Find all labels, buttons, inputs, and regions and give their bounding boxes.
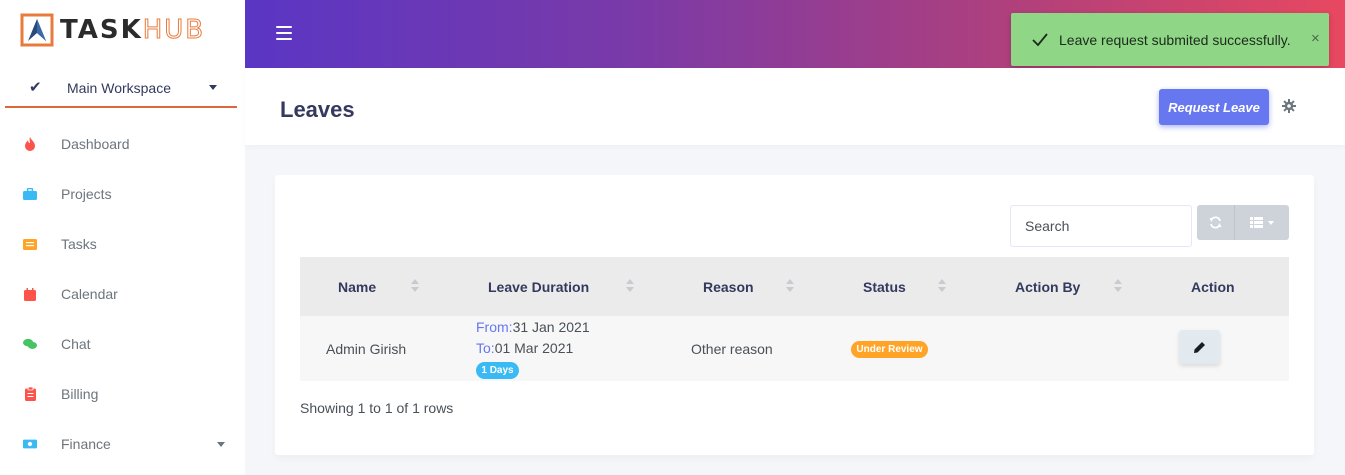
brand-name-task: TASK	[60, 15, 143, 45]
cell-name: Admin Girish	[326, 341, 407, 357]
leaves-table: Name Leave Duration Reason Status Action…	[300, 257, 1289, 381]
caret-down-icon	[209, 85, 217, 90]
gear-icon[interactable]	[1282, 99, 1296, 113]
sidebar-item-billing[interactable]: Billing	[0, 369, 245, 419]
check-icon	[1032, 33, 1048, 47]
sidebar-menu: Dashboard Projects Tasks Calendar Chat B…	[0, 119, 245, 469]
section-header: Leaves Request Leave	[245, 68, 1345, 145]
edit-button[interactable]	[1179, 330, 1220, 364]
sidebar-item-label: Chat	[61, 336, 91, 352]
column-header-name[interactable]: Name	[338, 279, 376, 295]
pencil-icon	[1194, 341, 1205, 353]
refresh-icon	[1209, 216, 1222, 229]
success-toast: Leave request submited successfully. ×	[1011, 13, 1329, 66]
check-icon: ✔	[29, 79, 42, 96]
table-toolbar	[1197, 205, 1289, 240]
sidebar-item-label: Finance	[61, 436, 111, 452]
brand-name: TASKHUB	[60, 15, 206, 46]
fire-icon	[23, 137, 37, 151]
sidebar-item-label: Calendar	[61, 286, 118, 302]
request-leave-button[interactable]: Request Leave	[1159, 89, 1269, 125]
toast-message: Leave request submited successfully.	[1059, 32, 1291, 48]
logo-icon	[20, 13, 54, 47]
days-badge: 1 Days	[476, 362, 519, 379]
cell-leave-to: To:01 Mar 2021	[476, 340, 573, 356]
list-icon	[23, 237, 37, 251]
sidebar-item-finance[interactable]: Finance	[0, 419, 245, 469]
briefcase-icon	[23, 187, 37, 201]
from-date: 31 Jan 2021	[512, 319, 590, 335]
close-icon[interactable]: ×	[1311, 31, 1320, 46]
calendar-icon	[23, 287, 37, 301]
columns-toggle-button[interactable]	[1235, 205, 1289, 240]
workspace-label: Main Workspace	[67, 80, 172, 96]
sidebar-item-label: Billing	[61, 386, 99, 402]
table-header: Name Leave Duration Reason Status Action…	[300, 257, 1289, 316]
sort-icon[interactable]	[626, 279, 634, 293]
column-header-status[interactable]: Status	[863, 279, 906, 295]
caret-down-icon	[217, 442, 225, 447]
hamburger-menu-icon[interactable]	[276, 26, 292, 40]
sidebar-item-projects[interactable]: Projects	[0, 169, 245, 219]
table-row: Admin Girish From:31 Jan 2021 To:01 Mar …	[300, 316, 1289, 381]
status-badge: Under Review	[851, 341, 928, 358]
sidebar-item-label: Tasks	[61, 236, 97, 252]
columns-icon	[1250, 217, 1263, 228]
cell-leave-from: From:31 Jan 2021	[476, 319, 590, 335]
money-icon	[23, 437, 37, 451]
column-header-action: Action	[1191, 279, 1235, 295]
page-title: Leaves	[280, 97, 355, 122]
sidebar-item-dashboard[interactable]: Dashboard	[0, 119, 245, 169]
pagination-info: Showing 1 to 1 of 1 rows	[300, 400, 454, 416]
brand-name-hub: HUB	[142, 15, 206, 46]
sort-icon[interactable]	[411, 279, 419, 293]
sort-icon[interactable]	[1114, 279, 1122, 293]
chat-icon	[23, 337, 37, 351]
sidebar-item-label: Dashboard	[61, 136, 130, 152]
sidebar-item-tasks[interactable]: Tasks	[0, 219, 245, 269]
caret-down-icon	[1268, 220, 1274, 225]
search-input[interactable]	[1010, 205, 1192, 247]
sidebar-item-label: Projects	[61, 186, 112, 202]
sidebar-item-calendar[interactable]: Calendar	[0, 269, 245, 319]
to-label: To:	[476, 340, 495, 356]
to-date: 01 Mar 2021	[494, 340, 574, 356]
clipboard-icon	[23, 387, 37, 401]
column-header-leave-duration[interactable]: Leave Duration	[488, 279, 589, 295]
sidebar: TASKHUB ✔ Main Workspace Dashboard Proje…	[0, 0, 245, 475]
column-header-action-by[interactable]: Action By	[1015, 279, 1080, 295]
sidebar-item-chat[interactable]: Chat	[0, 319, 245, 369]
column-header-reason[interactable]: Reason	[703, 279, 754, 295]
sort-icon[interactable]	[786, 279, 794, 293]
from-label: From:	[476, 319, 513, 335]
sort-icon[interactable]	[938, 279, 946, 293]
cell-reason: Other reason	[691, 341, 773, 357]
workspace-selector[interactable]: ✔ Main Workspace	[5, 70, 237, 108]
refresh-button[interactable]	[1197, 205, 1235, 240]
leaves-card: Name Leave Duration Reason Status Action…	[275, 175, 1314, 455]
brand-logo[interactable]: TASKHUB	[18, 10, 205, 50]
